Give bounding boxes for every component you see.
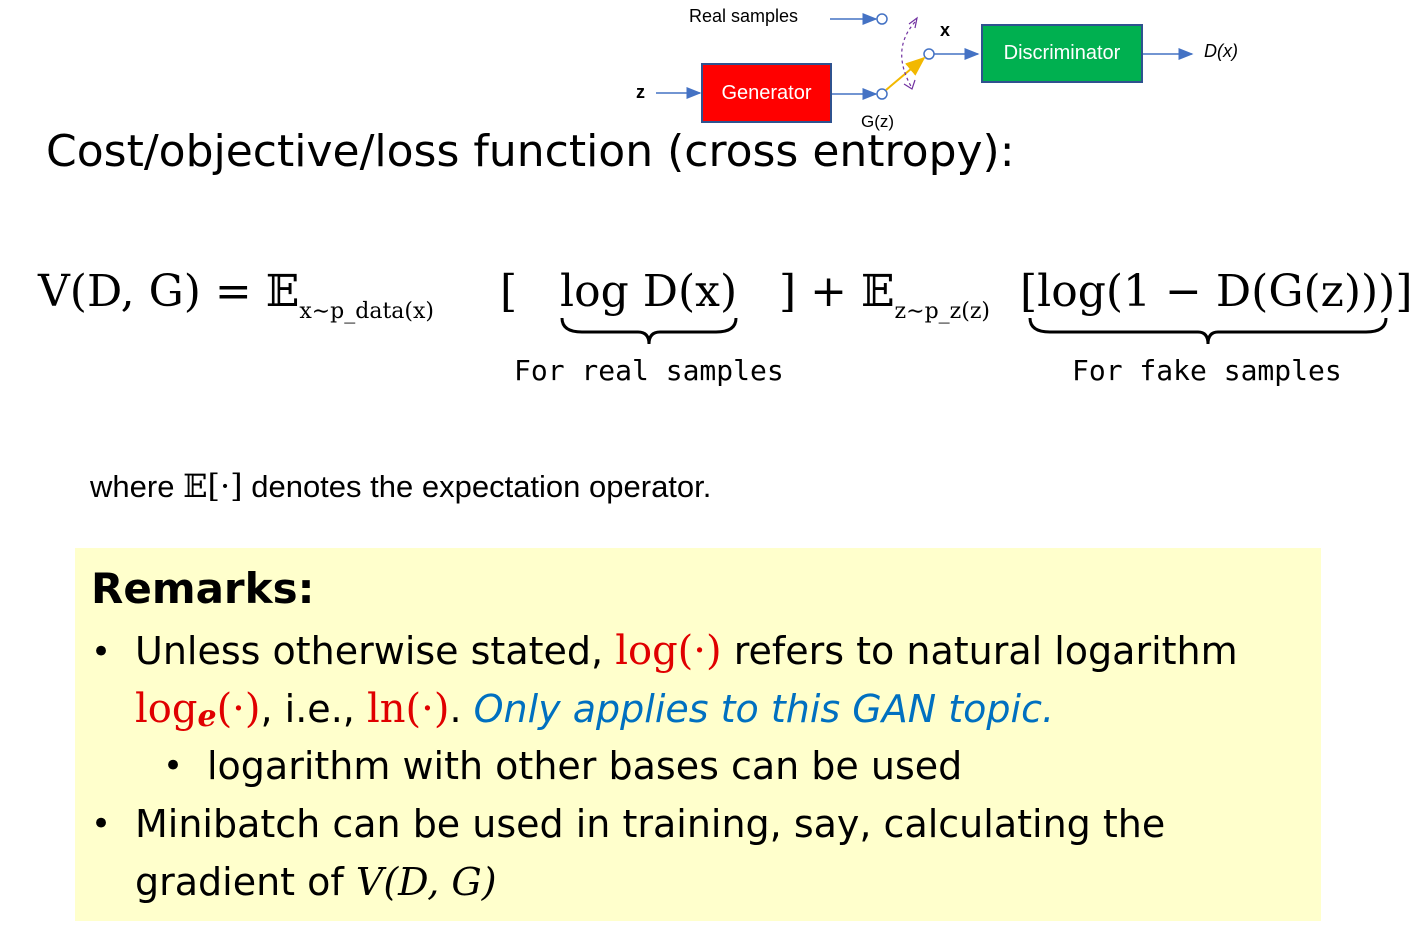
- generator-block: Generator: [701, 63, 832, 123]
- equation-term2: [log(1 − D(G(z)))]: [1020, 266, 1413, 317]
- gan-diagram: Real samples z Generator G(z) x Discrimi…: [0, 0, 1426, 140]
- z-label: z: [636, 82, 645, 102]
- remarks-title: Remarks:: [91, 564, 315, 613]
- ie-text: , i.e.,: [260, 687, 355, 731]
- ln-notation: ln(·): [366, 686, 450, 732]
- brace-real-label: For real samples: [514, 354, 784, 387]
- generator-label: Generator: [721, 81, 812, 104]
- period-text: .: [449, 687, 462, 731]
- slide-title: Cost/objective/loss function (cross entr…: [46, 126, 1015, 177]
- discriminator-label: Discriminator: [1003, 42, 1121, 64]
- equation-lhs: V(D, G) = 𝔼: [38, 266, 300, 317]
- discriminator-block: Discriminator: [981, 24, 1143, 83]
- equation-lhs-row: V(D, G) = 𝔼x∼p_data(x): [38, 270, 434, 323]
- sub-bullet-line: logarithm with other bases can be used: [207, 744, 963, 788]
- equation-mid-row: ] + 𝔼z∼p_z(z): [779, 270, 990, 323]
- loge-base: log: [135, 686, 198, 732]
- bullet-2-pre: gradient of: [135, 860, 344, 904]
- where-suffix: denotes the expectation operator.: [251, 469, 712, 504]
- bullet-2-line-1: Minibatch can be used in training, say, …: [135, 802, 1166, 846]
- switch-arc-head-top: [908, 16, 918, 29]
- equation-term1: log D(x): [560, 266, 738, 317]
- loge-subscript: e: [197, 699, 217, 734]
- bullet-1-dot: •: [91, 632, 112, 672]
- vdg-notation: V(D, G): [355, 860, 497, 904]
- x-label: x: [940, 20, 951, 40]
- expectation-symbol: 𝔼[·]: [183, 467, 243, 505]
- gz-node: [876, 88, 888, 100]
- brace-real: [560, 317, 738, 345]
- switch-arc: [901, 21, 916, 89]
- bullet-1-post: refers to natural logarithm: [733, 629, 1238, 673]
- brace-fake-label: For fake samples: [1072, 354, 1342, 387]
- bullet-1-line-1: Unless otherwise stated, log(·) refers t…: [135, 628, 1238, 674]
- equation-sub2: z∼p_z(z): [894, 299, 991, 324]
- gan-topic-note: Only applies to this GAN topic.: [473, 687, 1055, 731]
- real-samples-node: [876, 13, 888, 25]
- where-prefix: where: [90, 469, 175, 504]
- log-notation: log(·): [615, 628, 722, 674]
- where-line: where 𝔼[·] denotes the expectation opera…: [90, 467, 711, 505]
- remarks-box: Remarks: • Unless otherwise stated, log(…: [75, 548, 1321, 921]
- brace-fake: [1028, 317, 1388, 345]
- bullet-1-line-2: loge(·), i.e., ln(·). Only applies to th…: [135, 686, 1055, 734]
- sub-bullet-dot: •: [163, 746, 184, 786]
- equation-term1-close: ] + 𝔼: [779, 266, 895, 317]
- bullet-1-pre: Unless otherwise stated,: [135, 629, 604, 673]
- bullet-2-line-2: gradient of V(D, G): [135, 860, 497, 904]
- bullet-2-dot: •: [91, 804, 112, 844]
- dx-label: D(x): [1204, 41, 1238, 61]
- equation-term1-open: [: [500, 266, 518, 317]
- equation-sub1: x∼p_data(x): [299, 299, 434, 324]
- loge-notation: loge(·): [135, 686, 261, 734]
- switch-node: [923, 48, 935, 60]
- loge-argument: (·): [216, 686, 261, 732]
- real-samples-label: Real samples: [689, 6, 799, 26]
